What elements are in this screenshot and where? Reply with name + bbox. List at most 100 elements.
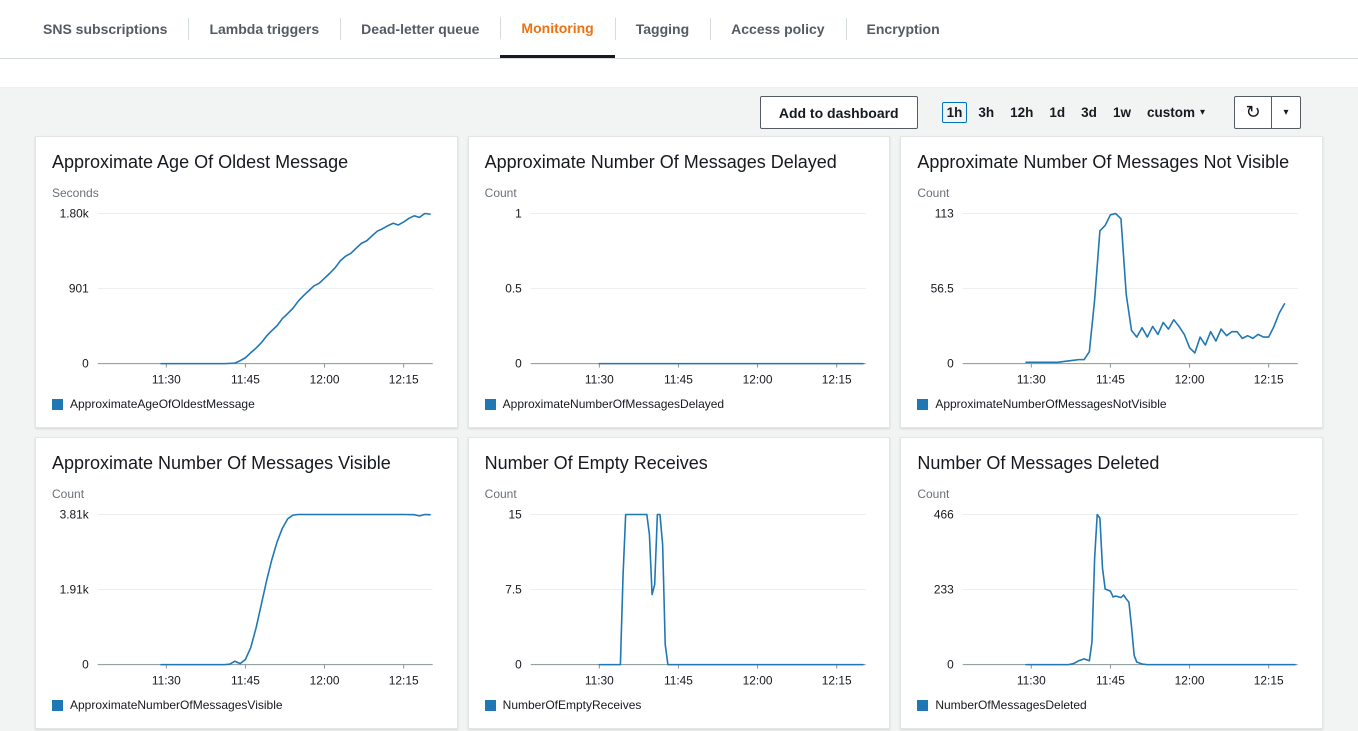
legend-item[interactable]: NumberOfEmptyReceives xyxy=(485,698,874,712)
svg-text:56.5: 56.5 xyxy=(931,282,955,296)
refresh-button[interactable]: ↻ xyxy=(1234,96,1272,129)
svg-text:12:00: 12:00 xyxy=(310,372,340,386)
refresh-options-button[interactable]: ▾ xyxy=(1272,96,1301,129)
tab-dead-letter-queue[interactable]: Dead-letter queue xyxy=(340,0,500,58)
chart-card-approximate-number-of-messages-delayed: Approximate Number Of Messages Delayed C… xyxy=(468,136,891,428)
custom-label: custom xyxy=(1147,105,1195,120)
time-range-12h[interactable]: 12h xyxy=(1005,102,1038,123)
svg-text:0: 0 xyxy=(947,658,954,672)
svg-text:0: 0 xyxy=(82,357,89,371)
chart-title: Approximate Number Of Messages Visible xyxy=(52,453,441,474)
tab-tagging[interactable]: Tagging xyxy=(615,0,710,58)
legend-item[interactable]: ApproximateNumberOfMessagesDelayed xyxy=(485,397,874,411)
svg-text:11:45: 11:45 xyxy=(664,673,693,687)
legend-color-swatch xyxy=(917,700,928,711)
legend-color-swatch xyxy=(917,399,928,410)
svg-text:12:00: 12:00 xyxy=(1175,673,1205,687)
chart-card-approximate-number-of-messages-visible: Approximate Number Of Messages Visible C… xyxy=(35,437,458,729)
svg-text:0.5: 0.5 xyxy=(505,282,522,296)
line-chart: 3.81k1.91k011:3011:4512:0012:15 xyxy=(52,502,441,698)
svg-text:11:30: 11:30 xyxy=(1017,673,1046,687)
chart-title: Approximate Age Of Oldest Message xyxy=(52,152,441,173)
svg-text:12:00: 12:00 xyxy=(310,673,340,687)
chart-grid: Approximate Age Of Oldest Message Second… xyxy=(35,136,1323,729)
svg-text:1.91k: 1.91k xyxy=(60,583,89,597)
y-axis-unit-label: Count xyxy=(917,186,1306,200)
legend-color-swatch xyxy=(52,399,63,410)
monitoring-panel: Add to dashboard 1h 3h 12h 1d 3d 1w cust… xyxy=(0,88,1358,729)
time-range-1d[interactable]: 1d xyxy=(1044,102,1070,123)
svg-text:3.81k: 3.81k xyxy=(60,507,89,521)
legend-label: NumberOfMessagesDeleted xyxy=(935,698,1086,712)
line-chart: 10.5011:3011:4512:0012:15 xyxy=(485,201,874,397)
legend-color-swatch xyxy=(485,700,496,711)
svg-text:11:30: 11:30 xyxy=(1017,372,1046,386)
line-chart: 15 7.5 0 11:30 11:45 12:00 12:15 xyxy=(485,502,874,698)
line-chart: 11356.5011:3011:4512:0012:15 xyxy=(917,201,1306,397)
svg-text:901: 901 xyxy=(69,282,89,296)
legend-item[interactable]: ApproximateNumberOfMessagesVisible xyxy=(52,698,441,712)
line-chart: 466233011:3011:4512:0012:15 xyxy=(917,502,1306,698)
svg-text:12:15: 12:15 xyxy=(821,372,851,386)
chart-title: Number Of Empty Receives xyxy=(485,453,874,474)
tab-access-policy[interactable]: Access policy xyxy=(710,0,845,58)
tab-sns-subscriptions[interactable]: SNS subscriptions xyxy=(22,0,188,58)
svg-text:466: 466 xyxy=(934,507,954,521)
svg-text:12:15: 12:15 xyxy=(821,673,851,687)
svg-text:12:00: 12:00 xyxy=(1175,372,1205,386)
add-to-dashboard-button[interactable]: Add to dashboard xyxy=(760,96,918,129)
chart-card-approximate-age-of-oldest-message: Approximate Age Of Oldest Message Second… xyxy=(35,136,458,428)
svg-text:7.5: 7.5 xyxy=(505,583,522,597)
svg-text:12:15: 12:15 xyxy=(389,372,419,386)
svg-text:113: 113 xyxy=(935,206,954,220)
chart-toolbar: Add to dashboard 1h 3h 12h 1d 3d 1w cust… xyxy=(0,88,1358,129)
time-range-3d[interactable]: 3d xyxy=(1076,102,1102,123)
time-range-3h[interactable]: 3h xyxy=(973,102,999,123)
svg-text:233: 233 xyxy=(934,583,954,597)
svg-text:11:30: 11:30 xyxy=(585,673,614,687)
subheader-strip xyxy=(0,59,1358,88)
chart-card-approximate-number-of-messages-not-visible: Approximate Number Of Messages Not Visib… xyxy=(900,136,1323,428)
line-chart: 1.80k 901 0 11:30 11:45 12:00 12:15 xyxy=(52,201,441,397)
time-range-1h[interactable]: 1h xyxy=(942,102,968,123)
legend-label: ApproximateNumberOfMessagesVisible xyxy=(70,698,283,712)
legend-item[interactable]: ApproximateNumberOfMessagesNotVisible xyxy=(917,397,1306,411)
svg-text:15: 15 xyxy=(508,507,522,521)
tab-monitoring[interactable]: Monitoring xyxy=(500,0,614,58)
refresh-control: ↻ ▾ xyxy=(1234,96,1301,129)
svg-text:11:45: 11:45 xyxy=(1096,372,1125,386)
svg-text:0: 0 xyxy=(515,658,522,672)
svg-text:11:45: 11:45 xyxy=(231,673,260,687)
time-range-custom[interactable]: custom ▾ xyxy=(1142,102,1210,123)
svg-text:11:30: 11:30 xyxy=(152,372,181,386)
time-range-selector: 1h 3h 12h 1d 3d 1w custom ▾ xyxy=(942,102,1210,123)
svg-text:0: 0 xyxy=(515,357,522,371)
legend-color-swatch xyxy=(485,399,496,410)
legend-label: NumberOfEmptyReceives xyxy=(503,698,642,712)
tab-encryption[interactable]: Encryption xyxy=(846,0,961,58)
y-axis-unit-label: Seconds xyxy=(52,186,441,200)
legend-color-swatch xyxy=(52,700,63,711)
y-axis-unit-label: Count xyxy=(917,487,1306,501)
legend-item[interactable]: NumberOfMessagesDeleted xyxy=(917,698,1306,712)
y-axis-unit-label: Count xyxy=(485,487,874,501)
legend-label: ApproximateNumberOfMessagesDelayed xyxy=(503,397,724,411)
chart-card-number-of-messages-deleted: Number Of Messages Deleted Count 4662330… xyxy=(900,437,1323,729)
legend-item[interactable]: ApproximateAgeOfOldestMessage xyxy=(52,397,441,411)
svg-text:12:15: 12:15 xyxy=(389,673,419,687)
svg-text:0: 0 xyxy=(82,658,89,672)
svg-text:11:45: 11:45 xyxy=(231,372,260,386)
caret-down-icon: ▾ xyxy=(1283,107,1288,118)
tab-lambda-triggers[interactable]: Lambda triggers xyxy=(188,0,340,58)
y-axis-unit-label: Count xyxy=(485,186,874,200)
svg-text:11:30: 11:30 xyxy=(585,372,614,386)
svg-text:1.80k: 1.80k xyxy=(60,206,89,220)
time-range-1w[interactable]: 1w xyxy=(1108,102,1136,123)
svg-text:11:45: 11:45 xyxy=(664,372,693,386)
svg-text:11:45: 11:45 xyxy=(1096,673,1125,687)
y-axis-unit-label: Count xyxy=(52,487,441,501)
refresh-icon: ↻ xyxy=(1245,102,1260,123)
svg-text:12:00: 12:00 xyxy=(742,673,772,687)
legend-label: ApproximateNumberOfMessagesNotVisible xyxy=(935,397,1166,411)
svg-text:0: 0 xyxy=(947,357,954,371)
